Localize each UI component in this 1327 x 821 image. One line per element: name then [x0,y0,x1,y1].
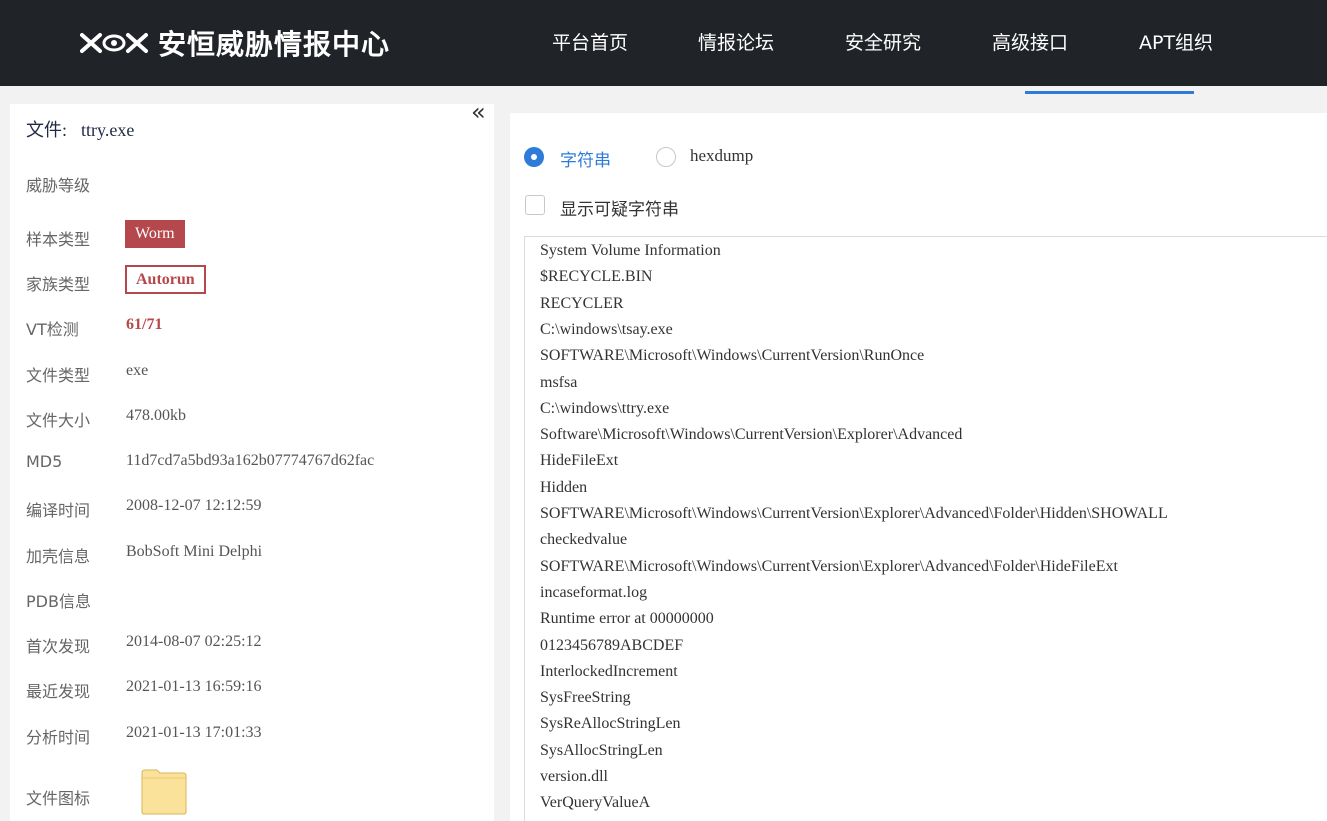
sample-type-label: 样本类型 [26,230,91,249]
suspicious-strings-label[interactable]: 显示可疑字符串 [560,195,679,220]
hexdump-mode-label[interactable]: hexdump [690,146,753,166]
string-line: Hidden [540,478,588,496]
strings-mode-label[interactable]: 字符串 [560,146,611,171]
nav-security-research[interactable]: 安全研究 [845,26,921,60]
file-type-label: 文件类型 [26,366,91,385]
md5-label: MD5 [26,452,63,471]
collapse-panel-button[interactable]: « [471,100,486,124]
vt-detection-label: VT检测 [26,320,79,339]
string-line: Runtime error at 00000000 [540,610,714,628]
strings-mode-radio[interactable] [524,147,544,167]
string-line: RECYCLER [540,294,624,312]
string-line: HideFileExt [540,452,619,470]
string-line: SysFreeString [540,689,631,707]
string-line: SysReAllocStringLen [540,715,681,733]
string-line: version.dll [540,768,608,785]
family-type-badge[interactable]: Autorun [125,265,206,294]
strings-list[interactable]: System Volume Information $RECYCLE.BIN REC… [524,236,1327,821]
suspicious-strings-checkbox[interactable] [525,195,545,215]
string-line: System Volume Information [540,242,721,259]
string-line: 0123456789ABCDEF [540,636,684,654]
string-line: SysAllocStringLen [540,741,663,759]
file-name: ttry.exe [81,120,135,140]
nav-apt-groups[interactable]: APT组织 [1139,26,1213,60]
file-label: 文件: [26,120,68,140]
file-title: 文件: ttry.exe [26,116,134,142]
string-line: $RECYCLE.BIN [540,268,653,286]
string-line: SOFTWARE\Microsoft\Windows\CurrentVersio… [540,347,925,365]
last-seen-value: 2021-01-13 16:59:16 [126,678,262,695]
threat-level-label: 威胁等级 [26,176,91,195]
md5-value: 11d7cd7a5bd93a162b07774767d62fac [126,452,375,469]
analysis-time-label: 分析时间 [26,728,91,747]
folder-icon [141,769,187,815]
family-type-label: 家族类型 [26,275,91,294]
file-size-label: 文件大小 [26,411,91,430]
string-line: incaseformat.log [540,583,648,601]
nav-intel-forum[interactable]: 情报论坛 [698,26,774,60]
string-line: SOFTWARE\Microsoft\Windows\CurrentVersio… [540,505,1168,522]
brand-logo[interactable]: 安恒威胁情报中心 [80,22,390,64]
string-line: InterlockedIncrement [540,662,678,680]
string-line: C:\windows\ttry.exe [540,399,670,417]
hexdump-mode-radio[interactable] [656,147,676,167]
nav-advanced-api[interactable]: 高级接口 [992,26,1068,60]
nav-platform-home[interactable]: 平台首页 [552,26,628,60]
file-type-value: exe [126,362,149,379]
pdb-info-label: PDB信息 [26,592,91,611]
vt-detection-value[interactable]: 61/71 [126,316,162,334]
first-seen-value: 2014-08-07 02:25:12 [126,633,262,650]
active-tab-indicator [1025,91,1194,94]
compile-time-label: 编译时间 [26,501,91,520]
string-line: Software\Microsoft\Windows\CurrentVersio… [540,426,963,444]
packer-info-value: BobSoft Mini Delphi [126,543,263,560]
string-line: SOFTWARE\Microsoft\Windows\CurrentVersio… [540,557,1118,575]
packer-info-label: 加壳信息 [26,547,91,566]
file-size-value: 478.00kb [126,407,186,424]
file-icon-label: 文件图标 [26,789,91,808]
string-line: msfsa [540,373,578,391]
compile-time-value: 2008-12-07 12:12:59 [126,497,262,514]
string-line: checkedvalue [540,531,628,549]
brand-name: 安恒威胁情报中心 [158,28,391,61]
dbappsecurity-logo-icon [80,33,148,53]
last-seen-label: 最近发现 [26,682,91,701]
sample-type-badge[interactable]: Worm [125,220,185,248]
analysis-time-value: 2021-01-13 17:01:33 [126,724,262,741]
string-line: VerQueryValueA [540,794,651,812]
first-seen-label: 首次发现 [26,637,91,656]
string-line: C:\windows\tsay.exe [540,320,673,338]
top-navigation-bar: 安恒威胁情报中心 平台首页 情报论坛 安全研究 高级接口 APT组织 [0,0,1327,86]
